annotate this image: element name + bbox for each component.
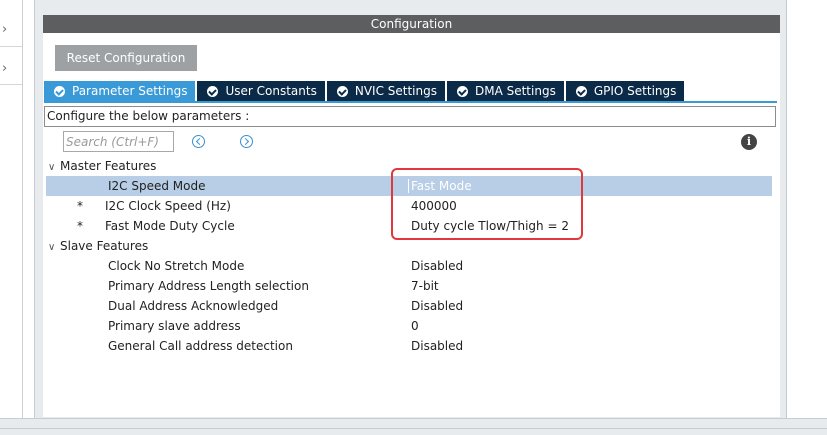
divider	[0, 84, 22, 85]
divider	[0, 428, 827, 429]
param-name: I2C Speed Mode	[108, 179, 206, 193]
previous-match-icon[interactable]	[192, 135, 205, 148]
param-name: Dual Address Acknowledged	[108, 299, 279, 313]
tab-label: User Constants	[225, 84, 317, 98]
group-label: Master Features	[60, 159, 157, 173]
param-name: General Call address detection	[108, 339, 293, 353]
check-circle-icon	[456, 85, 468, 97]
param-value[interactable]: Duty cycle Tlow/Thigh = 2	[411, 216, 569, 236]
param-value[interactable]: 7-bit	[411, 276, 439, 296]
param-row-i2c-speed-mode[interactable]: I2C Speed Mode Fast Mode	[46, 176, 772, 196]
param-row-primary-slave-address[interactable]: Primary slave address 0	[46, 316, 772, 336]
info-icon[interactable]: i	[741, 134, 757, 150]
param-value[interactable]: 400000	[411, 196, 457, 216]
param-row-fast-mode-duty-cycle[interactable]: * Fast Mode Duty Cycle Duty cycle Tlow/T…	[46, 216, 772, 236]
text-cursor	[408, 179, 409, 193]
param-value[interactable]: Disabled	[411, 296, 463, 316]
tab-dma-settings[interactable]: DMA Settings	[446, 81, 564, 101]
param-value[interactable]: 0	[411, 316, 419, 336]
param-value[interactable]: Disabled	[411, 336, 463, 356]
tab-gpio-settings[interactable]: GPIO Settings	[565, 81, 685, 101]
chevron-right-icon[interactable]: ›	[2, 62, 7, 75]
param-name: Clock No Stretch Mode	[108, 259, 245, 273]
settings-tabs: Parameter Settings User Constants NVIC S…	[44, 81, 686, 101]
check-circle-icon	[54, 85, 65, 97]
group-master-features[interactable]: ∨ Master Features	[48, 156, 156, 176]
param-name: Primary slave address	[108, 319, 241, 333]
check-circle-icon	[336, 85, 348, 97]
chevron-right-icon[interactable]: ›	[2, 23, 7, 36]
param-value[interactable]: Disabled	[411, 256, 463, 276]
tab-nvic-settings[interactable]: NVIC Settings	[326, 81, 445, 101]
group-slave-features[interactable]: ∨ Slave Features	[48, 236, 148, 256]
collapse-caret-icon[interactable]: ∨	[48, 158, 60, 178]
tab-label: NVIC Settings	[354, 84, 437, 98]
bottom-status-bar	[0, 418, 827, 435]
collapse-caret-icon[interactable]: ∨	[48, 238, 60, 258]
param-value[interactable]: Fast Mode	[411, 176, 472, 196]
param-row-dual-address-acknowledged[interactable]: Dual Address Acknowledged Disabled	[46, 296, 772, 316]
configure-parameters-label: Configure the below parameters :	[44, 106, 776, 127]
left-panel: › ›	[0, 0, 23, 418]
param-name: Fast Mode Duty Cycle	[105, 219, 235, 233]
required-marker: *	[77, 199, 83, 213]
next-match-icon[interactable]	[240, 135, 253, 148]
check-circle-icon	[207, 85, 219, 97]
configuration-title: Configuration	[43, 15, 780, 33]
search-input[interactable]	[63, 131, 174, 152]
param-row-clock-no-stretch-mode[interactable]: Clock No Stretch Mode Disabled	[46, 256, 772, 276]
tab-underline	[44, 101, 777, 103]
check-circle-icon	[575, 85, 587, 97]
tab-label: DMA Settings	[474, 84, 556, 98]
param-row-i2c-clock-speed[interactable]: * I2C Clock Speed (Hz) 400000	[46, 196, 772, 216]
group-label: Slave Features	[60, 239, 149, 253]
tab-label: Parameter Settings	[72, 84, 188, 98]
tab-parameter-settings[interactable]: Parameter Settings	[44, 81, 196, 101]
param-name: Primary Address Length selection	[108, 279, 309, 293]
tab-label: GPIO Settings	[593, 84, 677, 98]
param-row-primary-address-length[interactable]: Primary Address Length selection 7-bit	[46, 276, 772, 296]
tab-user-constants[interactable]: User Constants	[197, 81, 325, 101]
required-marker: *	[77, 219, 83, 233]
param-row-general-call-address-detection[interactable]: General Call address detection Disabled	[46, 336, 772, 356]
param-name: I2C Clock Speed (Hz)	[105, 199, 231, 213]
reset-configuration-button[interactable]: Reset Configuration	[55, 45, 197, 71]
divider	[0, 46, 22, 47]
